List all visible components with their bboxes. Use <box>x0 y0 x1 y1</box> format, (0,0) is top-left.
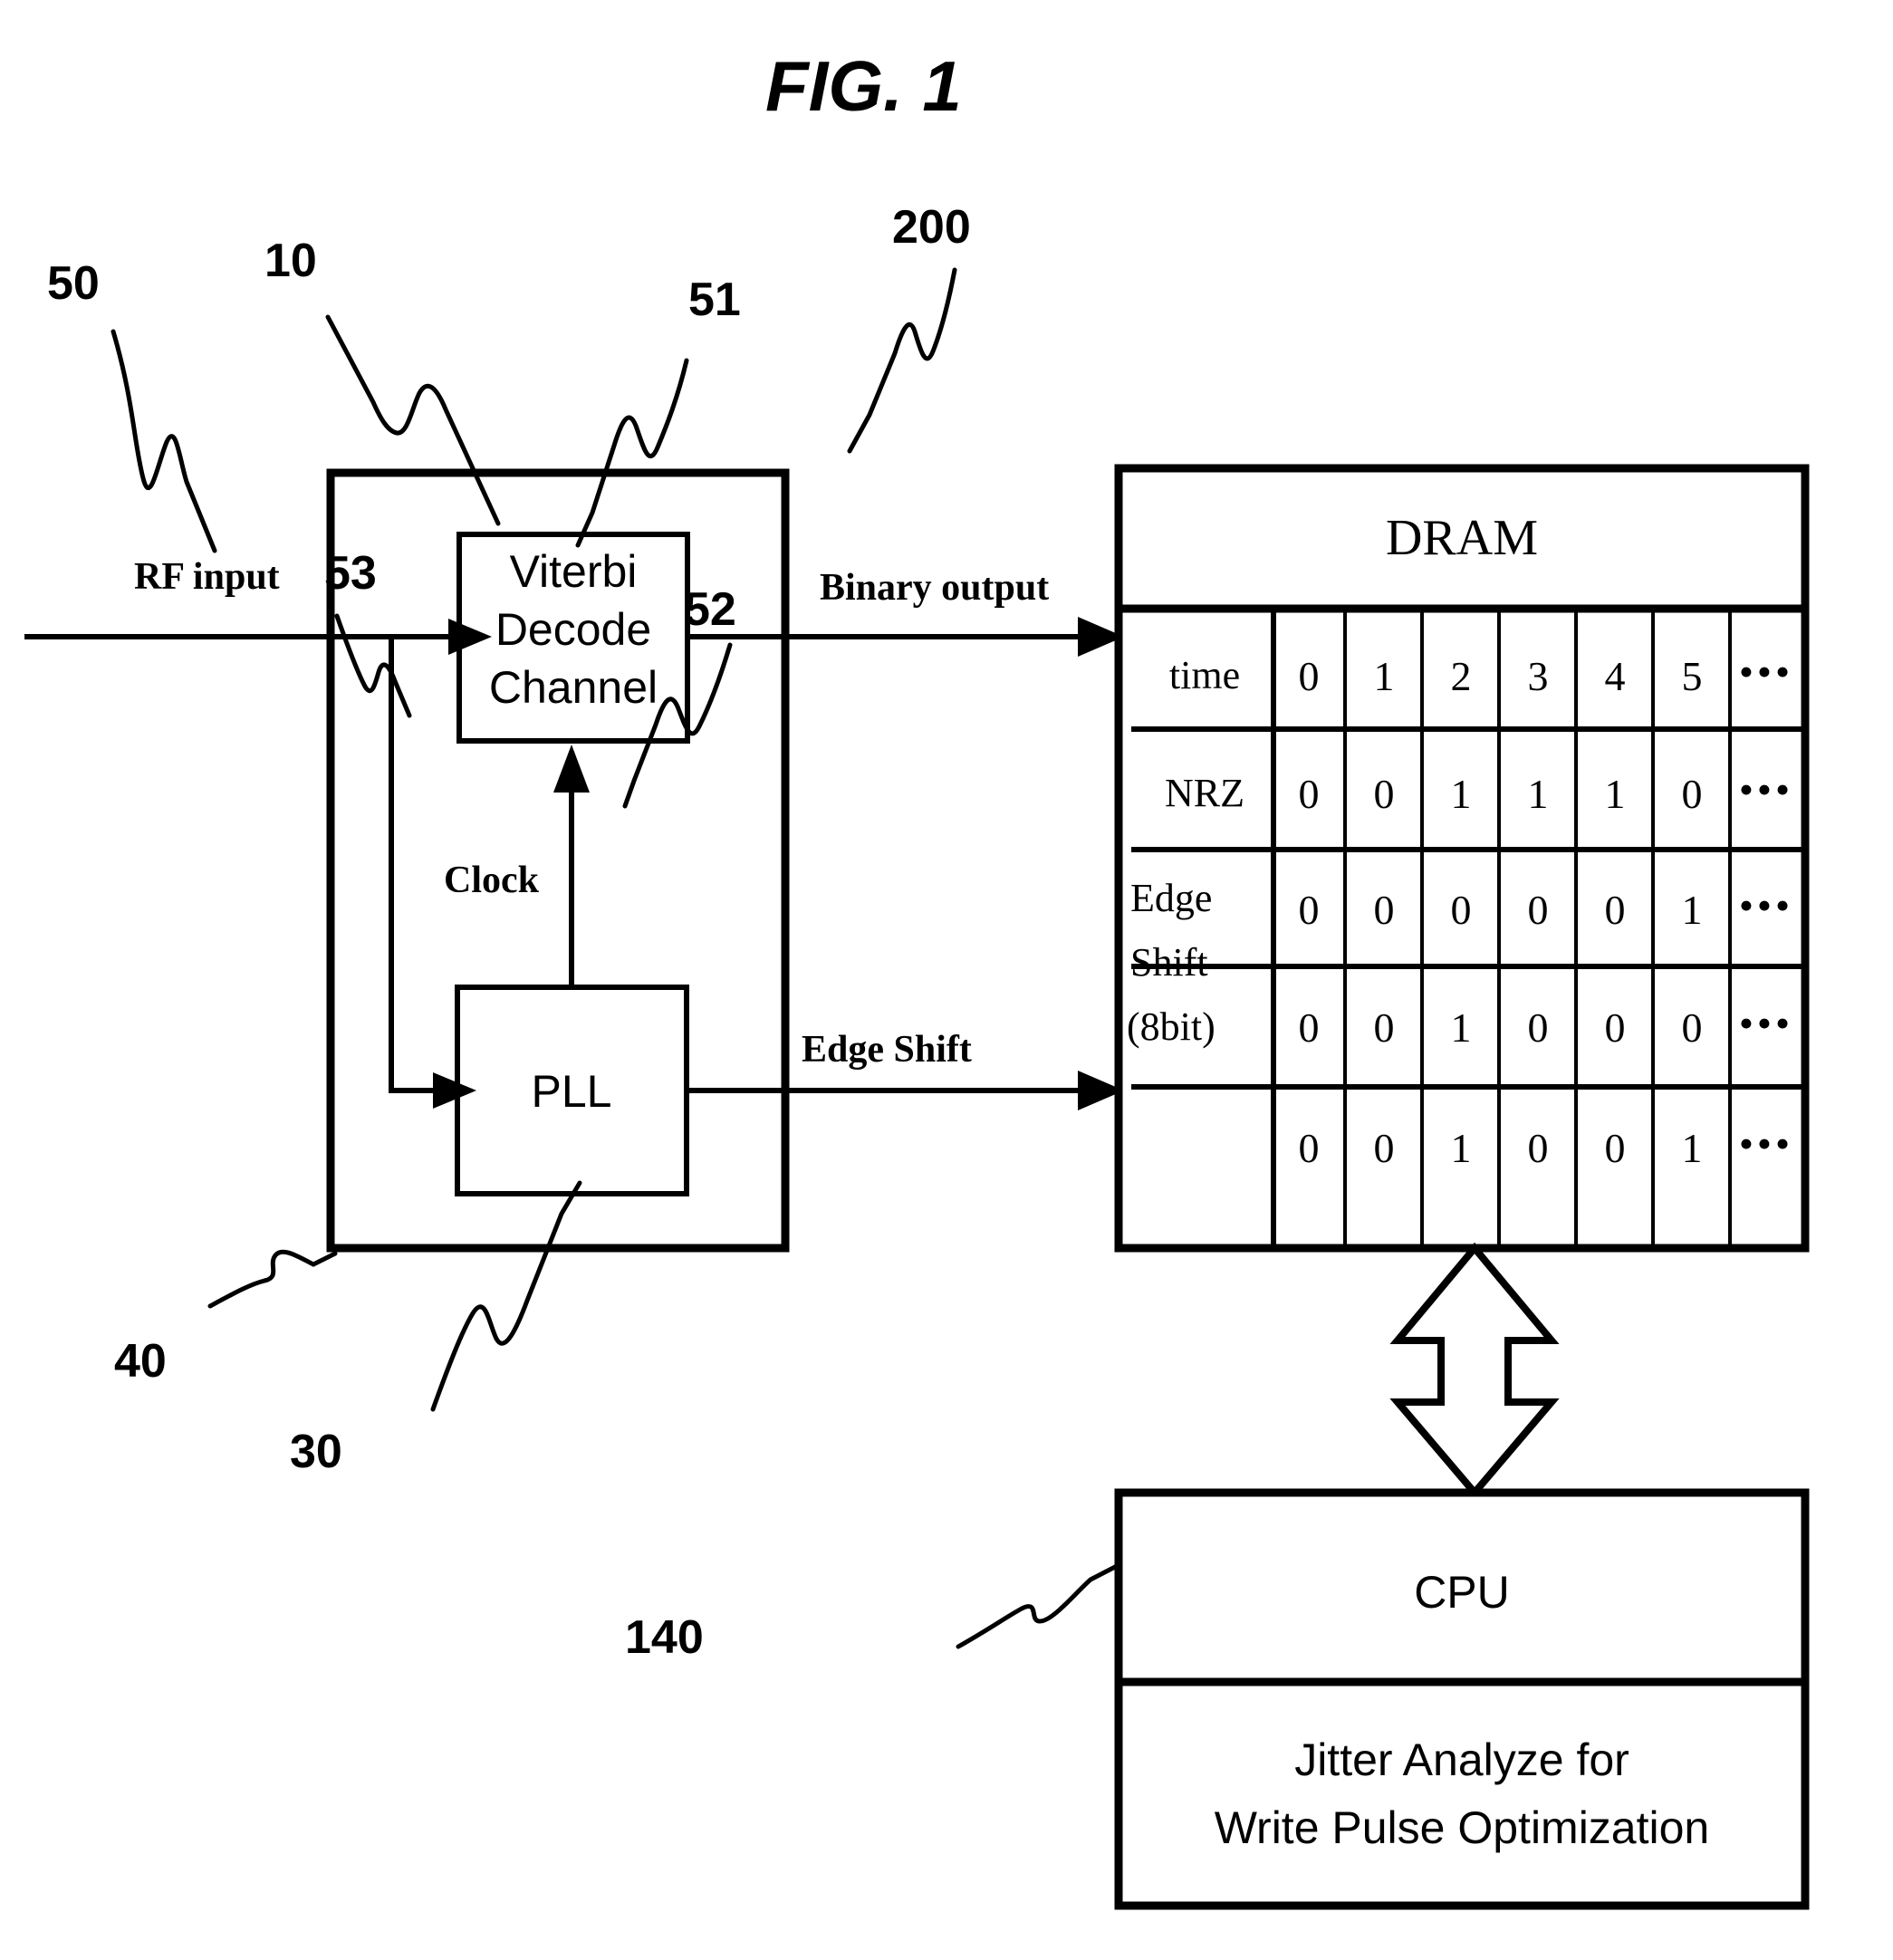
clock-label: Clock <box>444 860 540 901</box>
cell-es1-4: 0 <box>1605 887 1626 933</box>
cell-time-3: 3 <box>1528 653 1549 699</box>
cell-nrz-ellipsis: ••• <box>1739 766 1793 812</box>
ref-numeral-10: 10 <box>264 235 317 287</box>
patent-figure-canvas: FIG. 1 Viterbi Decode Channel PLL DRAM t… <box>0 0 1893 1960</box>
cell-es1-3: 0 <box>1528 887 1549 933</box>
cell-es3-5: 1 <box>1682 1125 1703 1171</box>
cell-time-2: 2 <box>1451 653 1472 699</box>
figure-title: FIG. 1 <box>765 46 962 126</box>
cell-nrz-5: 0 <box>1682 771 1703 817</box>
binary-output-label: Binary output <box>820 567 1049 609</box>
cpu-desc-line1: Jitter Analyze for <box>1294 1734 1629 1785</box>
dram-title: DRAM <box>1386 510 1538 566</box>
figure-svg: FIG. 1 Viterbi Decode Channel PLL DRAM t… <box>24 46 1810 1910</box>
rf-input-label: RF input <box>134 556 280 598</box>
cpu-desc-line2: Write Pulse Optimization <box>1215 1802 1709 1853</box>
edge-shift-signal-label: Edge Shift <box>802 1029 972 1071</box>
cell-nrz-2: 1 <box>1451 771 1472 817</box>
dram-cpu-bidirectional-arrow <box>1389 1242 1560 1499</box>
cell-time-5: 5 <box>1682 653 1703 699</box>
table-rowheader-nrz: NRZ <box>1165 771 1244 815</box>
edge-shift-header-line3: (8bit) <box>1127 1004 1216 1049</box>
ref-numeral-50: 50 <box>47 257 100 310</box>
ref-numeral-52: 52 <box>684 583 736 636</box>
cell-time-1: 1 <box>1374 653 1395 699</box>
cell-es1-ellipsis: ••• <box>1739 882 1793 928</box>
ref-numeral-140: 140 <box>625 1611 704 1664</box>
ref-numeral-30: 30 <box>290 1426 342 1478</box>
ref-numeral-200: 200 <box>892 201 971 254</box>
cell-es2-1: 0 <box>1374 1004 1395 1051</box>
pll-label: PLL <box>532 1066 612 1117</box>
cell-es2-3: 0 <box>1528 1004 1549 1051</box>
edge-shift-header-line1: Edge <box>1130 876 1212 920</box>
cell-nrz-4: 1 <box>1605 771 1626 817</box>
cell-nrz-1: 0 <box>1374 771 1395 817</box>
viterbi-label-line3: Channel <box>489 662 658 713</box>
viterbi-label-line2: Decode <box>495 604 651 655</box>
cell-es2-0: 0 <box>1299 1004 1320 1051</box>
ref-numeral-53: 53 <box>324 547 377 600</box>
ref-numeral-40: 40 <box>114 1335 167 1388</box>
table-rowheader-time: time <box>1169 653 1240 697</box>
cell-es2-ellipsis: ••• <box>1739 1000 1793 1046</box>
leader-line-40 <box>207 1249 338 1309</box>
leader-line-50 <box>111 329 217 553</box>
cell-es2-2: 1 <box>1451 1004 1472 1051</box>
cell-es1-0: 0 <box>1299 887 1320 933</box>
cell-time-4: 4 <box>1605 653 1626 699</box>
edge-shift-header-line2: Shift <box>1130 940 1208 985</box>
cell-es1-5: 1 <box>1682 887 1703 933</box>
cell-time-ellipsis: ••• <box>1739 649 1793 695</box>
cell-es3-1: 0 <box>1374 1125 1395 1171</box>
cell-es2-4: 0 <box>1605 1004 1626 1051</box>
cell-es3-2: 1 <box>1451 1125 1472 1171</box>
cell-es3-3: 0 <box>1528 1125 1549 1171</box>
viterbi-label-line1: Viterbi <box>510 546 638 597</box>
leader-line-140 <box>956 1562 1121 1649</box>
cell-es1-1: 0 <box>1374 887 1395 933</box>
cell-es2-5: 0 <box>1682 1004 1703 1051</box>
cell-time-0: 0 <box>1299 653 1320 699</box>
cell-es1-2: 0 <box>1451 887 1472 933</box>
cell-es3-ellipsis: ••• <box>1739 1120 1793 1167</box>
ref-numeral-51: 51 <box>688 274 741 326</box>
cpu-title: CPU <box>1414 1567 1510 1618</box>
cell-nrz-3: 1 <box>1528 771 1549 817</box>
leader-line-200 <box>847 267 957 454</box>
cell-es3-0: 0 <box>1299 1125 1320 1171</box>
cell-es3-4: 0 <box>1605 1125 1626 1171</box>
cell-nrz-0: 0 <box>1299 771 1320 817</box>
